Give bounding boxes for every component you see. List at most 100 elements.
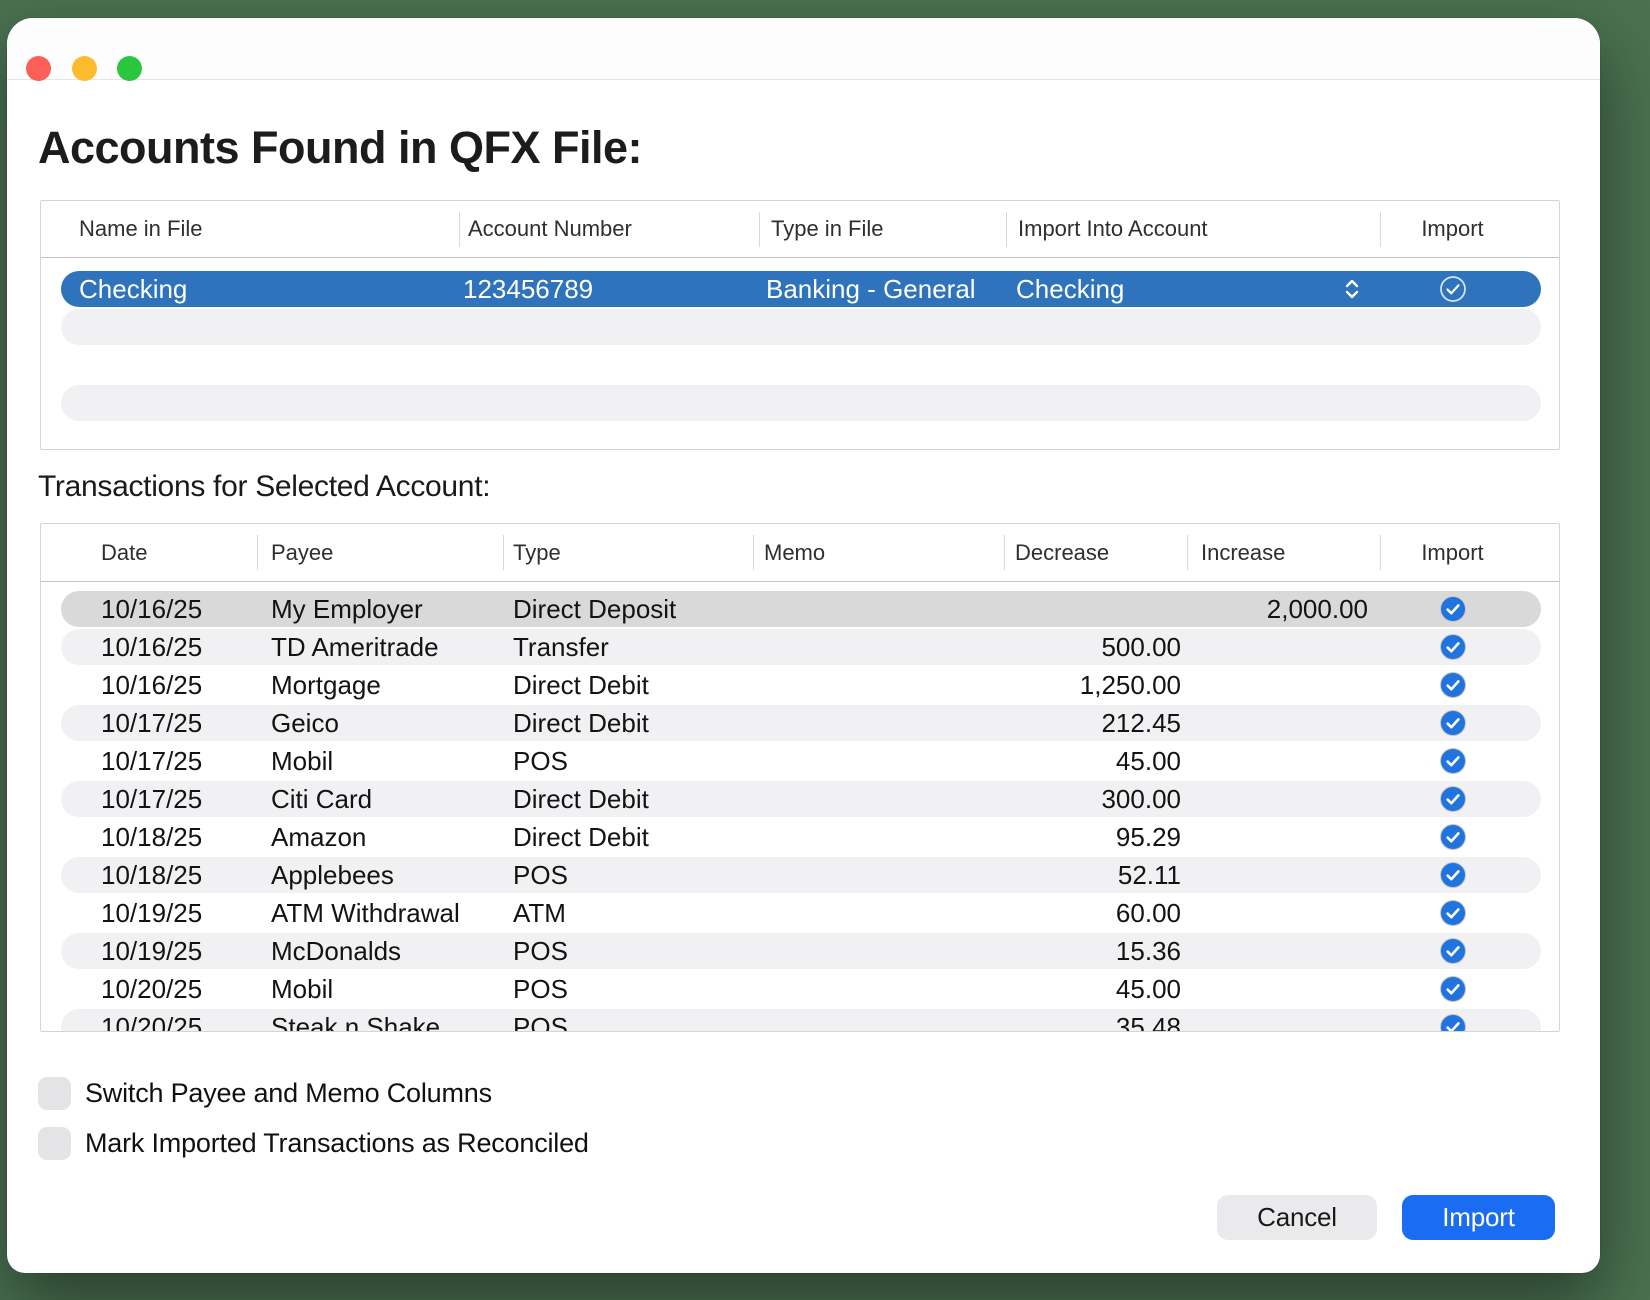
transaction-import-checkbox[interactable] [1440,862,1466,888]
import-into-account-popup[interactable]: Checking [1016,271,1124,307]
transaction-row[interactable]: 10/16/25 My Employer Direct Deposit 2,00… [61,591,1541,627]
col-increase: Increase [1201,524,1285,581]
transaction-row[interactable]: 10/16/25 Mortgage Direct Debit 1,250.00 [61,667,1541,703]
transaction-type: Direct Debit [513,819,649,855]
transaction-type: POS [513,1009,568,1032]
transaction-date: 10/16/25 [101,629,202,665]
transaction-decrease: 15.36 [981,933,1181,969]
transaction-type: Transfer [513,629,609,665]
transaction-type: POS [513,743,568,779]
transaction-row[interactable]: 10/16/25 TD Ameritrade Transfer 500.00 [61,629,1541,665]
transaction-row[interactable]: 10/17/25 Mobil POS 45.00 [61,743,1541,779]
transaction-date: 10/20/25 [101,971,202,1007]
account-row-empty[interactable] [61,309,1541,345]
transaction-date: 10/17/25 [101,781,202,817]
transaction-date: 10/19/25 [101,933,202,969]
checkbox-unchecked-icon[interactable] [38,1127,71,1160]
transaction-import-checkbox[interactable] [1440,596,1466,622]
col-decrease: Decrease [1015,524,1109,581]
transaction-date: 10/17/25 [101,705,202,741]
titlebar[interactable] [7,18,1600,80]
transaction-payee: Citi Card [271,781,372,817]
col-type: Type [513,524,561,581]
transaction-row[interactable]: 10/20/25 Mobil POS 45.00 [61,971,1541,1007]
account-row-empty[interactable] [61,385,1541,421]
transaction-row[interactable]: 10/17/25 Citi Card Direct Debit 300.00 [61,781,1541,817]
transaction-date: 10/16/25 [101,667,202,703]
transaction-payee: Mortgage [271,667,381,703]
col-import-into-account: Import Into Account [1018,201,1208,257]
col-account-number: Account Number [468,201,632,257]
cancel-button[interactable]: Cancel [1217,1195,1377,1240]
transaction-payee: Mobil [271,971,333,1007]
transaction-type: Direct Debit [513,705,649,741]
col-date: Date [101,524,147,581]
transaction-decrease: 35.48 [981,1009,1181,1032]
transaction-row[interactable]: 10/17/25 Geico Direct Debit 212.45 [61,705,1541,741]
transaction-import-checkbox[interactable] [1440,938,1466,964]
account-row-selected[interactable]: Checking 123456789 Banking - General Che… [61,271,1541,307]
transaction-date: 10/17/25 [101,743,202,779]
checkbox-unchecked-icon[interactable] [38,1077,71,1110]
account-type-in-file: Banking - General [766,271,976,307]
option-mark-reconciled[interactable]: Mark Imported Transactions as Reconciled [38,1127,589,1160]
column-divider [1004,535,1005,570]
transaction-type: POS [513,933,568,969]
transaction-import-checkbox[interactable] [1440,634,1466,660]
transaction-payee: TD Ameritrade [271,629,439,665]
col-payee: Payee [271,524,333,581]
transaction-import-checkbox[interactable] [1440,976,1466,1002]
option-label: Switch Payee and Memo Columns [85,1078,492,1109]
transaction-row[interactable]: 10/19/25 ATM Withdrawal ATM 60.00 [61,895,1541,931]
accounts-table-header: Name in File Account Number Type in File… [41,201,1559,257]
transaction-decrease: 300.00 [981,781,1181,817]
transaction-date: 10/18/25 [101,819,202,855]
header-divider [41,257,1559,258]
col-tx-import: Import [1380,524,1525,581]
account-import-checkbox[interactable] [1440,276,1466,302]
close-button[interactable] [26,56,51,81]
zoom-button[interactable] [117,56,142,81]
page-title: Accounts Found in QFX File: [38,123,642,173]
transaction-row[interactable]: 10/20/25 Steak n Shake POS 35.48 [61,1009,1541,1032]
transaction-import-checkbox[interactable] [1440,824,1466,850]
transactions-table: Date Payee Type Memo Decrease Increase I… [40,523,1560,1032]
transaction-import-checkbox[interactable] [1440,900,1466,926]
transaction-type: Direct Debit [513,667,649,703]
account-name-in-file: Checking [79,271,187,307]
transaction-type: POS [513,857,568,893]
minimize-button[interactable] [72,56,97,81]
col-type-in-file: Type in File [771,201,884,257]
transaction-import-checkbox[interactable] [1440,672,1466,698]
transaction-import-checkbox[interactable] [1440,786,1466,812]
transactions-section-title: Transactions for Selected Account: [38,470,490,504]
header-divider [41,581,1559,582]
column-divider [1380,212,1381,247]
transaction-import-checkbox[interactable] [1440,710,1466,736]
option-label: Mark Imported Transactions as Reconciled [85,1128,589,1159]
transaction-date: 10/16/25 [101,591,202,627]
option-switch-payee-memo[interactable]: Switch Payee and Memo Columns [38,1077,492,1110]
account-number: 123456789 [463,271,593,307]
import-button[interactable]: Import [1402,1195,1555,1240]
column-divider [759,212,760,247]
column-divider [503,535,504,570]
col-memo: Memo [764,524,825,581]
transaction-row[interactable]: 10/18/25 Amazon Direct Debit 95.29 [61,819,1541,855]
transaction-payee: Mobil [271,743,333,779]
transaction-decrease: 52.11 [981,857,1181,893]
transaction-date: 10/20/25 [101,1009,202,1032]
transaction-decrease: 45.00 [981,743,1181,779]
transaction-row[interactable]: 10/19/25 McDonalds POS 15.36 [61,933,1541,969]
transaction-payee: My Employer [271,591,423,627]
chevron-up-down-icon[interactable] [1344,277,1360,301]
transaction-row[interactable]: 10/18/25 Applebees POS 52.11 [61,857,1541,893]
accounts-table: Name in File Account Number Type in File… [40,200,1560,450]
transaction-import-checkbox[interactable] [1440,748,1466,774]
transaction-payee: Geico [271,705,339,741]
transaction-import-checkbox[interactable] [1440,1014,1466,1032]
transaction-decrease: 212.45 [981,705,1181,741]
transaction-payee: Steak n Shake [271,1009,440,1032]
column-divider [1380,535,1381,570]
transactions-table-header: Date Payee Type Memo Decrease Increase I… [41,524,1559,581]
